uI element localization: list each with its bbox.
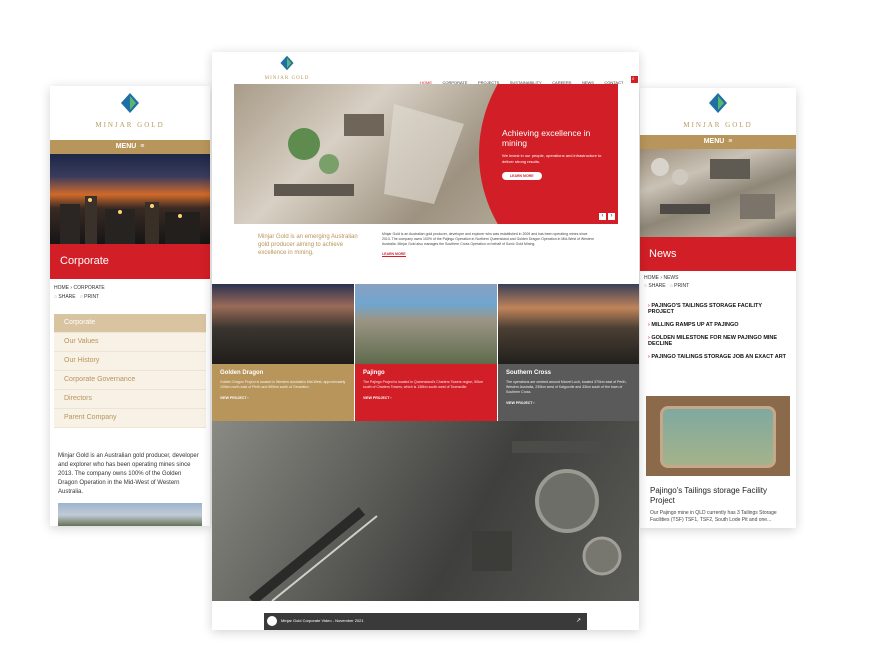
share-icon: ◌	[54, 294, 57, 300]
section-nav-directors[interactable]: Directors	[54, 390, 206, 409]
aerial-plant-image	[212, 421, 639, 601]
hero-text: We invest in our people, operations and …	[502, 153, 602, 164]
project-text: Golden Dragon Project is located in West…	[220, 380, 346, 389]
hero-title: Achieving excellence in mining	[502, 128, 591, 148]
print-icon: ◌	[79, 294, 83, 300]
page-title: Corporate	[60, 255, 109, 267]
search-icon: ⌕	[631, 76, 635, 83]
logo-icon	[280, 55, 294, 71]
share-link[interactable]: SHARE	[58, 294, 75, 300]
video-player[interactable]: Minjar Gold Corporate Video - November 2…	[264, 613, 587, 630]
feature-title[interactable]: Pajingo's Tailings storage Facility Proj…	[650, 486, 786, 506]
project-card-southern-cross[interactable]: Southern Cross The operations are centre…	[498, 284, 639, 421]
landscape-image	[58, 503, 202, 526]
logo-text: MINJAR GOLD	[95, 121, 165, 129]
project-text: The Pajingo Project is located in Queens…	[363, 380, 483, 389]
logo-icon	[121, 93, 139, 113]
logo-text: MINJAR GOLD	[683, 121, 753, 129]
search-button[interactable]: ⌕	[630, 76, 638, 84]
news-list-item[interactable]: MILLING RAMPS UP AT PAJINGO	[648, 322, 788, 328]
site-logo[interactable]: MINJAR GOLD	[640, 88, 796, 132]
feature-image-tailings[interactable]	[646, 396, 790, 476]
project-image-pajingo	[355, 284, 497, 364]
project-card-body: Pajingo The Pajingo Project is located i…	[355, 364, 497, 421]
section-nav-our-values[interactable]: Our Values	[54, 333, 206, 352]
site-logo[interactable]: MINJAR GOLD	[50, 86, 210, 132]
share-icon: ◌	[644, 283, 647, 289]
menu-label: MENU	[703, 138, 725, 145]
section-nav-parent-company[interactable]: Parent Company	[54, 409, 206, 428]
page-title: News	[649, 248, 677, 260]
tailings-pond	[660, 406, 776, 468]
slider-prev-button[interactable]: ‹	[599, 213, 606, 220]
view-project-link[interactable]: VIEW PROJECT ›	[363, 396, 489, 400]
aerial-plant-shapes	[248, 441, 622, 601]
logo-icon	[709, 93, 727, 113]
share-print-row: ◌ SHARE ◌ PRINT	[644, 283, 792, 289]
project-image-golden-dragon	[212, 284, 354, 364]
news-list: PAJINGO'S TAILINGS STORAGE FACILITY PROJ…	[648, 303, 788, 360]
plant-aerial-shapes	[651, 158, 775, 219]
share-link[interactable]: SHARE	[648, 283, 665, 289]
print-link[interactable]: PRINT	[84, 294, 99, 300]
breadcrumb-current: CORPORATE	[73, 285, 105, 291]
slider-next-button[interactable]: ›	[608, 213, 615, 220]
breadcrumb-home[interactable]: HOME	[54, 285, 69, 291]
menu-icon: ≡	[138, 143, 145, 150]
project-card-body: Southern Cross The operations are centre…	[498, 364, 639, 421]
breadcrumb: HOME › NEWS	[644, 275, 792, 281]
news-list-item[interactable]: GOLDEN MILESTONE FOR NEW PAJINGO MINE DE…	[648, 335, 788, 347]
print-link[interactable]: PRINT	[674, 283, 689, 289]
hero-image-mine-night	[50, 154, 210, 244]
section-nav-corporate[interactable]: Corporate	[54, 314, 206, 333]
project-card-pajingo[interactable]: Pajingo The Pajingo Project is located i…	[355, 284, 497, 421]
view-project-link[interactable]: VIEW PROJECT ›	[506, 401, 632, 405]
intro-heading: Minjar Gold is an emerging Australian go…	[258, 234, 358, 256]
menu-icon: ≡	[726, 138, 733, 145]
project-title: Pajingo	[363, 370, 385, 376]
desktop-home-page: MINJAR GOLD HOME CORPORATE PROJECTS SUST…	[212, 52, 639, 630]
hero-slider: Achieving excellence in mining We invest…	[234, 84, 618, 224]
project-card-body: Golden Dragon Golden Dragon Project is l…	[212, 364, 354, 421]
site-logo[interactable]: MINJAR GOLD	[262, 55, 312, 81]
page-title-band: News	[640, 237, 796, 271]
section-nav-our-history[interactable]: Our History	[54, 352, 206, 371]
video-channel-icon	[267, 616, 277, 626]
project-image-southern-cross	[498, 284, 639, 364]
video-share-icon[interactable]: ↗	[576, 617, 581, 624]
video-title: Minjar Gold Corporate Video - November 2…	[281, 618, 364, 623]
section-nav-corporate-governance[interactable]: Corporate Governance	[54, 371, 206, 390]
hero-caption: Achieving excellence in mining We invest…	[502, 128, 602, 182]
menu-label: MENU	[115, 143, 137, 150]
intro-text: Minjar Gold is an Australian gold produc…	[382, 232, 594, 246]
view-project-link[interactable]: VIEW PROJECT ›	[220, 396, 346, 400]
plant-silhouette	[60, 196, 200, 244]
hero-image-mine-aerial	[640, 149, 796, 237]
logo-text: MINJAR GOLD	[264, 76, 310, 81]
page-title-band: Corporate	[50, 244, 210, 279]
feature-text: Our Pajingo mine in QLD currently has 3 …	[650, 510, 777, 523]
hero-learn-more-button[interactable]: LEARN MORE	[502, 172, 542, 180]
breadcrumb-current: NEWS	[663, 275, 679, 281]
intro-learn-more-link[interactable]: LEARN MORE	[382, 252, 406, 257]
news-list-item[interactable]: PAJINGO TAILINGS STORAGE JOB AN EXACT AR…	[648, 354, 788, 360]
project-title: Golden Dragon	[220, 370, 264, 376]
about-text: Minjar Gold is an Australian gold produc…	[58, 453, 199, 495]
chevron-right-icon: ›	[610, 213, 613, 219]
news-list-item[interactable]: PAJINGO'S TAILINGS STORAGE FACILITY PROJ…	[648, 303, 788, 315]
project-title: Southern Cross	[506, 370, 552, 376]
print-icon: ◌	[669, 283, 673, 289]
site-header: MINJAR GOLD HOME CORPORATE PROJECTS SUST…	[212, 52, 639, 85]
mobile-corporate-page: MINJAR GOLD MENU ≡ Corporate HOME › CORP…	[50, 86, 210, 526]
menu-button[interactable]: MENU ≡	[50, 140, 210, 154]
chevron-left-icon: ‹	[601, 213, 604, 219]
breadcrumb-home[interactable]: HOME	[644, 275, 659, 281]
share-print-row: ◌ SHARE ◌ PRINT	[54, 294, 206, 300]
menu-button[interactable]: MENU ≡	[640, 135, 796, 149]
project-text: The operations are centred around Marvel…	[506, 380, 627, 394]
project-card-golden-dragon[interactable]: Golden Dragon Golden Dragon Project is l…	[212, 284, 354, 421]
breadcrumb: HOME › CORPORATE	[54, 285, 206, 291]
section-nav: Corporate Our Values Our History Corpora…	[54, 314, 206, 428]
mobile-news-page: MINJAR GOLD MENU ≡ News HOME › NEWS ◌ SH…	[640, 88, 796, 528]
